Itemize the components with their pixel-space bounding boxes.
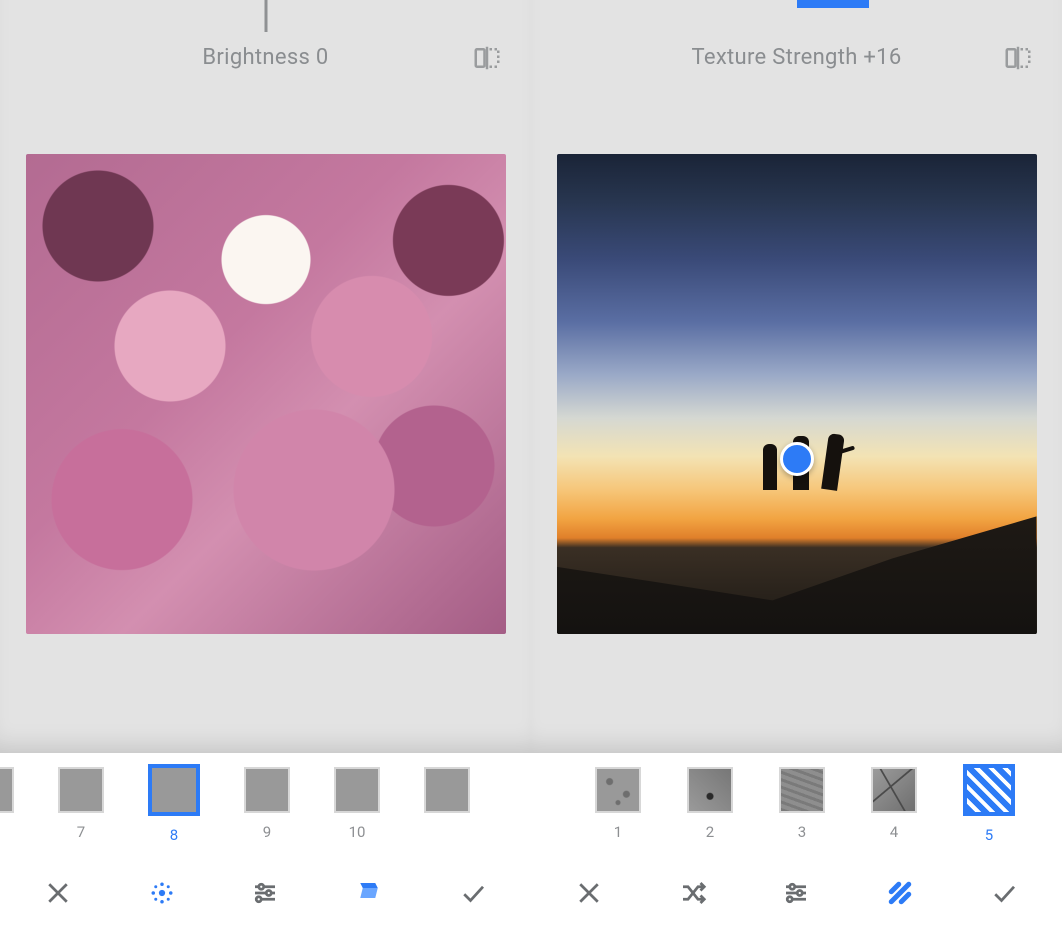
apply-button[interactable] [974, 863, 1034, 923]
texture-thumb[interactable]: 1 [595, 767, 641, 841]
tune-icon[interactable] [235, 863, 295, 923]
texture-thumb[interactable]: 3 [779, 767, 825, 841]
adjustment-header[interactable]: Brightness 0 [0, 0, 531, 115]
adjustment-header[interactable]: Texture Strength +16 [531, 0, 1062, 115]
texture-thumb-selected[interactable]: 5 [963, 767, 1015, 844]
editor-pane-right: Texture Strength +16 1 2 3 [531, 0, 1062, 933]
styles-icon[interactable] [339, 863, 399, 923]
ambiance-icon[interactable] [132, 863, 192, 923]
preset-thumb-selected[interactable]: 8 [148, 767, 200, 844]
preset-thumb[interactable]: 10 [334, 767, 380, 841]
bottom-toolbar [0, 853, 531, 933]
preview-image[interactable] [26, 154, 506, 634]
texture-thumb[interactable]: 4 [871, 767, 917, 841]
adjustment-label: Brightness 0 [202, 45, 328, 70]
editor-pane-left: Brightness 0 6 7 8 9 10 [0, 0, 531, 933]
preset-thumb[interactable]: 7 [58, 767, 104, 841]
tune-icon[interactable] [766, 863, 826, 923]
preset-strip[interactable]: 6 7 8 9 10 [0, 753, 531, 853]
bottom-toolbar [531, 853, 1062, 933]
canvas-area[interactable]: Brightness 0 [0, 0, 531, 753]
focus-point-icon[interactable] [780, 442, 814, 476]
cancel-button[interactable] [559, 863, 619, 923]
preset-thumb[interactable] [424, 767, 470, 823]
preset-thumb[interactable]: 6 [0, 767, 14, 841]
preset-thumb[interactable]: 9 [244, 767, 290, 841]
adjustment-label: Texture Strength +16 [691, 45, 901, 70]
cancel-button[interactable] [28, 863, 88, 923]
compare-icon[interactable] [1000, 40, 1036, 76]
texture-strip[interactable]: 1 2 3 4 5 [531, 753, 1062, 853]
apply-button[interactable] [443, 863, 503, 923]
shuffle-icon[interactable] [663, 863, 723, 923]
compare-icon[interactable] [469, 40, 505, 76]
preview-image[interactable] [557, 154, 1037, 634]
canvas-area[interactable]: Texture Strength +16 [531, 0, 1062, 753]
texture-thumb[interactable]: 2 [687, 767, 733, 841]
texture-icon[interactable] [870, 863, 930, 923]
